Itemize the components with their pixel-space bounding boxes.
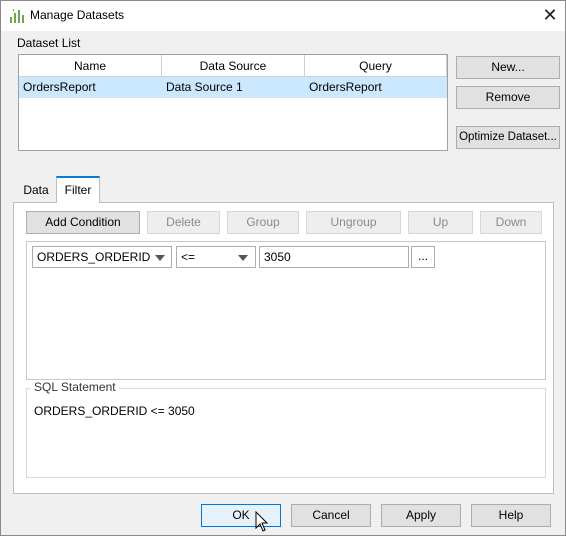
column-header-data-source[interactable]: Data Source bbox=[162, 55, 305, 77]
remove-button[interactable]: Remove bbox=[456, 86, 560, 109]
table-row-cell-data-source[interactable]: Data Source 1 bbox=[162, 77, 305, 98]
down-button[interactable]: Down bbox=[480, 211, 542, 234]
dataset-chart-icon bbox=[10, 9, 24, 23]
field-value: ORDERS_ORDERID bbox=[37, 250, 151, 264]
close-icon[interactable]: ✕ bbox=[538, 3, 562, 27]
apply-button[interactable]: Apply bbox=[381, 504, 461, 527]
dataset-grid[interactable]: Name Data Source Query OrdersReport Data… bbox=[18, 54, 448, 151]
dataset-list-label: Dataset List bbox=[17, 36, 81, 50]
delete-button[interactable]: Delete bbox=[147, 211, 220, 234]
optimize-dataset-button[interactable]: Optimize Dataset... bbox=[456, 126, 560, 149]
up-button[interactable]: Up bbox=[408, 211, 473, 234]
sql-statement-label: SQL Statement bbox=[31, 380, 119, 394]
chevron-down-icon[interactable] bbox=[238, 255, 248, 261]
help-button[interactable]: Help bbox=[471, 504, 551, 527]
operator-value: <= bbox=[181, 250, 196, 264]
column-header-query[interactable]: Query bbox=[305, 55, 447, 77]
column-header-name[interactable]: Name bbox=[19, 55, 162, 77]
cancel-button[interactable]: Cancel bbox=[291, 504, 371, 527]
table-row-cell-query[interactable]: OrdersReport bbox=[305, 77, 447, 98]
tab-data[interactable]: Data bbox=[16, 178, 56, 202]
field-combobox[interactable]: ORDERS_ORDERID bbox=[32, 246, 172, 268]
sql-statement-group bbox=[26, 388, 546, 478]
chevron-down-icon[interactable] bbox=[155, 255, 165, 261]
window-title: Manage Datasets bbox=[30, 8, 125, 22]
ungroup-button[interactable]: Ungroup bbox=[306, 211, 401, 234]
value-input[interactable]: 3050 bbox=[259, 246, 409, 268]
sql-statement-text: ORDERS_ORDERID <= 3050 bbox=[34, 404, 195, 418]
mouse-cursor-icon bbox=[255, 511, 269, 532]
tab-filter[interactable]: Filter bbox=[56, 176, 100, 203]
new-button[interactable]: New... bbox=[456, 56, 560, 79]
group-button[interactable]: Group bbox=[227, 211, 299, 234]
value-browse-button[interactable]: ... bbox=[411, 246, 435, 268]
add-condition-button[interactable]: Add Condition bbox=[26, 211, 140, 234]
ok-button[interactable]: OK bbox=[201, 504, 281, 527]
table-row-cell-name[interactable]: OrdersReport bbox=[19, 77, 162, 98]
